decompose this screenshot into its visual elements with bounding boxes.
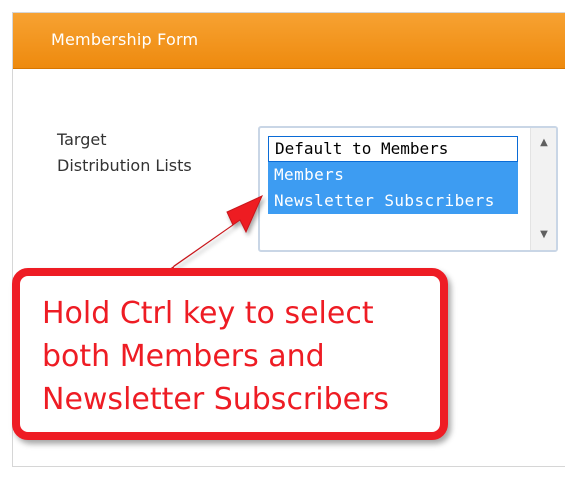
form-header: Membership Form xyxy=(13,13,565,69)
callout-line-3: Newsletter Subscribers xyxy=(42,382,390,417)
form-title: Membership Form xyxy=(51,30,199,49)
listbox-options: Default to Members Members Newsletter Su… xyxy=(268,136,518,246)
option-newsletter-subscribers[interactable]: Newsletter Subscribers xyxy=(268,188,518,214)
listbox-scrollbar[interactable]: ▲ ▼ xyxy=(530,128,556,250)
distribution-lists-select[interactable]: Default to Members Members Newsletter Su… xyxy=(258,126,558,252)
instruction-callout: Hold Ctrl key to select both Members and… xyxy=(12,268,448,440)
triangle-down-icon[interactable]: ▼ xyxy=(531,224,556,246)
target-distribution-lists-label: Target Distribution Lists xyxy=(57,127,247,179)
label-line-1: Target xyxy=(57,130,107,149)
callout-line-1: Hold Ctrl key to select xyxy=(42,296,374,331)
callout-text: Hold Ctrl key to select both Members and… xyxy=(42,292,442,421)
label-line-2: Distribution Lists xyxy=(57,156,192,175)
option-members[interactable]: Members xyxy=(268,162,518,188)
callout-line-2: both Members and xyxy=(42,339,325,374)
option-default-to-members[interactable]: Default to Members xyxy=(268,136,518,162)
triangle-up-icon[interactable]: ▲ xyxy=(531,132,556,154)
